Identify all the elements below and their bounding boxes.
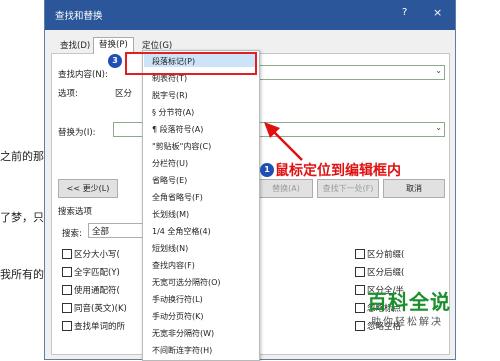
menu-item-pilcrow[interactable]: ¶ 段落符号(A) [152,124,203,135]
checkbox-match-suffix[interactable]: 区分后缀( [355,266,404,278]
dialog-title: 查找和替换 [55,11,103,22]
menu-item-ellipsis[interactable]: 省略号(E) [152,175,187,186]
menu-item-zero-width-optional[interactable]: 无宽可选分隔符(O) [152,277,221,288]
menu-item-en-dash[interactable]: 短划线(N) [152,243,188,254]
find-label: 查找内容(N): [58,70,108,80]
replace-all-button[interactable]: 替换(A) [259,179,313,198]
checkbox-all-word-forms[interactable]: 查找单词的所 [62,320,125,332]
menu-item-section[interactable]: § 分节符(A) [152,107,194,118]
options-value: 区分 [115,89,133,99]
chevron-down-icon[interactable]: ⌄ [435,66,442,75]
less-button[interactable]: << 更少(L) [58,179,118,198]
menu-item-quarter-space[interactable]: 1/4 全角空格(4) [152,226,211,237]
close-button[interactable]: × [433,6,442,19]
search-select[interactable]: 全部 [88,223,146,238]
menu-item-manual-line-break[interactable]: 手动换行符(L) [152,294,203,305]
checkbox-match-prefix[interactable]: 区分前缀( [355,248,404,260]
cancel-button[interactable]: 取消 [383,179,445,198]
menu-item-nonbreaking-hyphen[interactable]: 不间断连字符(H) [152,345,212,356]
step-1-badge: 1 [260,163,274,177]
chevron-down-icon[interactable]: ⌄ [435,123,442,132]
menu-item-em-dash[interactable]: 长划线(M) [152,209,189,220]
checkbox-whole-word[interactable]: 全字匹配(Y) [62,266,120,278]
options-label: 选项: [58,89,78,99]
menu-item-zero-width-non-break[interactable]: 无宽非分隔符(W) [152,328,214,339]
replace-label: 替换为(I): [58,128,96,138]
find-input[interactable]: ⌄ [255,65,445,80]
search-select-value: 全部 [92,227,110,237]
annotation-callout: 鼠标定位到编辑框内 [275,163,401,179]
menu-item-manual-page-break[interactable]: 手动分页符(K) [152,311,204,322]
menu-item-caret[interactable]: 脱字号(R) [152,90,188,101]
menu-item-fullwidth-ellipsis[interactable]: 全角省略号(F) [152,192,203,203]
menu-item-find-what[interactable]: 查找内容(F) [152,260,195,271]
checkbox-sounds-like[interactable]: 同音(英文)(K) [62,302,127,314]
menu-item-clipboard[interactable]: "剪贴板"内容(C) [152,141,211,152]
highlight-box [125,52,257,75]
search-label: 搜索: [62,229,82,239]
checkbox-wildcards[interactable]: 使用通配符( [62,284,120,296]
step-3-badge: 3 [108,54,122,68]
search-options-label: 搜索选项 [58,207,93,217]
menu-item-column-break[interactable]: 分栏符(U) [152,158,188,169]
watermark-subtitle: 助你轻松解决 [371,317,443,328]
dialog-titlebar: 查找和替换 ? × [45,0,455,30]
help-button[interactable]: ? [402,7,407,18]
tab-find[interactable]: 查找(D) [55,39,95,54]
background-text-3: 我所有的 [0,268,44,281]
watermark-title: 百科全说 [367,290,451,314]
checkbox-match-case[interactable]: 区分大小写( [62,248,120,260]
special-characters-menu: 段落标记(P) 制表符(T) 脱字号(R) § 分节符(A) ¶ 段落符号(A)… [142,50,260,361]
find-next-button[interactable]: 查找下一处(F) [317,179,379,198]
